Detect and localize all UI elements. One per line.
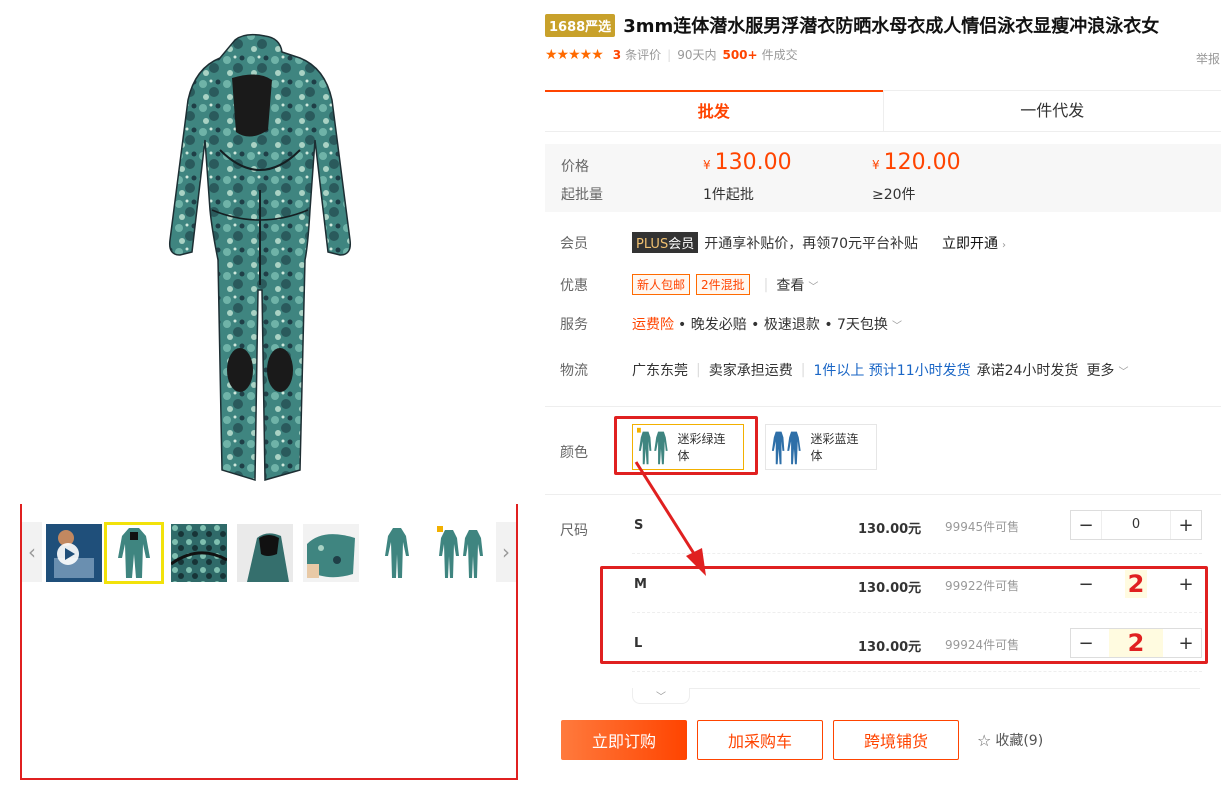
size-row-s: S 130.00元 99945件可售 − 0 +	[632, 498, 1202, 554]
chevron-left-icon[interactable]: ‹	[22, 522, 42, 582]
chevron-down-icon[interactable]: ﹀	[892, 317, 902, 332]
main-product-image	[150, 30, 370, 490]
promo-divider: |	[763, 276, 769, 293]
annotation-box-color	[614, 416, 758, 475]
logistics-label: 物流	[560, 363, 588, 379]
review-count[interactable]: 3	[613, 48, 621, 62]
expand-sizes-button[interactable]: ﹀	[632, 688, 690, 704]
buy-now-button[interactable]: 立即订购	[561, 720, 687, 760]
divider	[545, 406, 1221, 407]
size-label: 尺码	[560, 523, 588, 539]
logistics-row: 物流 广东东莞 | 卖家承担运费 | 1件以上 预计11小时发货 承诺24小时发…	[560, 360, 1128, 380]
size-price: 130.00元	[858, 522, 922, 537]
coupon-mixed-batch[interactable]: 2件混批	[696, 274, 750, 295]
ship-promise: 承诺24小时发货	[976, 363, 1079, 379]
color-label: 颜色	[560, 445, 588, 461]
thumbnail-video[interactable]	[46, 524, 102, 582]
chevron-right-icon[interactable]: ›	[496, 522, 516, 582]
cross-border-button[interactable]: 跨境铺货	[833, 720, 959, 760]
coupon-new-user[interactable]: 新人包邮	[632, 274, 691, 295]
quantity-stepper: − 0 +	[1070, 510, 1202, 540]
thumbnail-sleeve-detail[interactable]	[303, 524, 359, 582]
logistics-divider: |	[696, 362, 701, 378]
star-outline-icon: ☆	[977, 730, 992, 750]
suit-blue-icon	[770, 427, 805, 467]
shipping-fee: 卖家承担运费	[708, 363, 793, 379]
tier1-price: ¥130.00	[703, 150, 792, 175]
plus-member-badge: PLUS会员	[632, 232, 699, 253]
tier2-qty: ≥20件	[872, 187, 916, 203]
thumbnail-couple-suits[interactable]	[435, 524, 491, 582]
service-list: • 晚发必赔 • 极速退款 • 7天包换	[678, 317, 888, 333]
freight-insurance[interactable]: 运费险	[632, 314, 674, 334]
moq-label: 起批量	[561, 187, 603, 203]
title-row: 1688严选 3mm连体潜水服男浮潜衣防晒水母衣成人情侣泳衣显瘦冲浪泳衣女	[545, 12, 1159, 38]
annotation-box-sizes	[600, 566, 1208, 664]
chevron-right-icon: ›	[1002, 239, 1007, 251]
ship-origin: 广东东莞	[632, 363, 688, 379]
action-row: 立即订购 加采购车 跨境铺货 ☆ 收藏(9)	[561, 720, 1043, 760]
promo-row: 优惠 新人包邮 2件混批 | 查看 ﹀	[560, 274, 818, 295]
thumbnail-strip: ‹ ›	[20, 512, 518, 592]
divider	[545, 494, 1221, 495]
rating-row: ★★★★★ 3 条评价 | 90天内 500+ 件成交	[545, 46, 798, 63]
rating-stars-icon: ★★★★★	[545, 46, 604, 63]
tab-dropship[interactable]: 一件代发	[882, 90, 1221, 131]
sales-count: 500+	[722, 47, 758, 62]
member-benefit-text: 开通享补贴价，再领70元平台补贴	[704, 235, 919, 252]
logistics-divider: |	[800, 362, 806, 378]
plus-button[interactable]: +	[1171, 511, 1201, 539]
add-to-cart-button[interactable]: 加采购车	[697, 720, 823, 760]
size-name: S	[634, 518, 644, 533]
service-row: 服务 运费险 • 晚发必赔 • 极速退款 • 7天包换 ﹀	[560, 314, 902, 334]
report-link[interactable]: 举报	[1196, 50, 1220, 67]
review-label[interactable]: 条评价	[625, 46, 661, 63]
service-label: 服务	[560, 317, 588, 333]
quantity-input[interactable]: 0	[1101, 511, 1171, 539]
logistics-more[interactable]: 更多 ﹀	[1086, 360, 1128, 380]
chevron-down-icon: ﹀	[808, 281, 819, 293]
yanxuan-badge: 1688严选	[545, 13, 616, 37]
price-label: 价格	[561, 159, 589, 175]
size-stock: 99945件可售	[945, 520, 1020, 534]
thumbnail-suit-full[interactable]	[369, 524, 425, 582]
chevron-down-icon: ﹀	[656, 692, 666, 703]
color-option-blue[interactable]: 迷彩蓝连体	[765, 424, 877, 470]
thumbnail-suit-front[interactable]	[104, 522, 164, 584]
divider	[632, 688, 1200, 689]
tier2-price: ¥120.00	[872, 150, 961, 175]
purchase-mode-tabs: 批发 一件代发	[545, 90, 1221, 132]
thumbnail-fabric-closeup[interactable]	[171, 524, 227, 582]
sales-label: 件成交	[761, 48, 798, 62]
ship-estimate[interactable]: 1件以上 预计11小时发货	[813, 360, 970, 380]
promo-label: 优惠	[560, 277, 588, 294]
promo-view-link[interactable]: 查看 ﹀	[776, 275, 818, 295]
price-box: 价格 起批量 ¥130.00 1件起批 ¥120.00 ≥20件	[545, 144, 1221, 212]
chevron-down-icon: ﹀	[1118, 367, 1129, 378]
activate-member-link[interactable]: 立即开通 ›	[942, 233, 1006, 253]
thumbnail-collar-detail[interactable]	[237, 524, 293, 582]
color-option-label: 迷彩蓝连体	[810, 432, 859, 463]
minus-button[interactable]: −	[1071, 511, 1101, 539]
favorite-button[interactable]: ☆ 收藏(9)	[977, 730, 1043, 750]
member-row: 会员 PLUS会员 开通享补贴价，再领70元平台补贴 立即开通 ›	[560, 232, 1006, 253]
sales-period: 90天内	[677, 48, 717, 62]
tier1-qty: 1件起批	[703, 187, 754, 203]
member-label: 会员	[560, 235, 588, 252]
rating-divider: |	[667, 47, 672, 62]
tab-wholesale[interactable]: 批发	[545, 90, 883, 131]
product-title: 3mm连体潜水服男浮潜衣防晒水母衣成人情侣泳衣显瘦冲浪泳衣女	[623, 16, 1160, 37]
